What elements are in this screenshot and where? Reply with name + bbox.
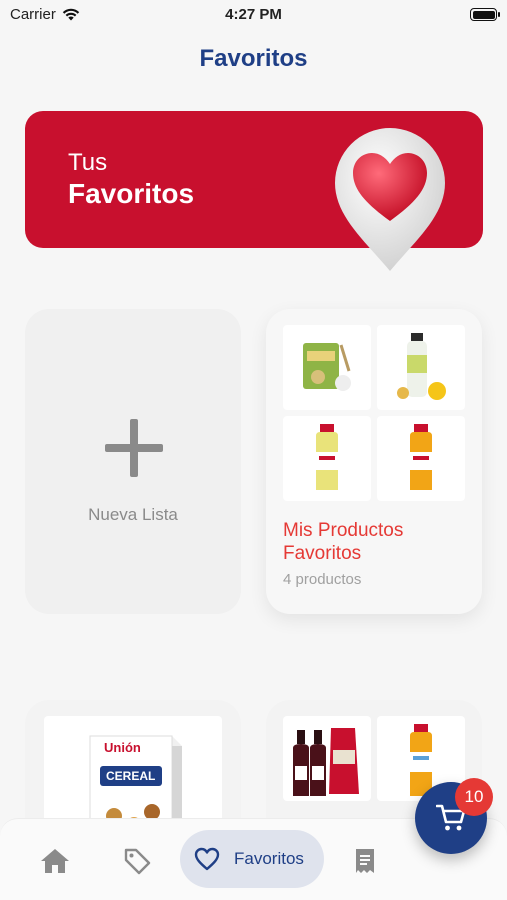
product-thumbnails [283,325,466,502]
battery-icon [470,8,500,21]
cart-count-badge: 10 [455,778,493,816]
home-icon [41,849,69,873]
tab-orders[interactable] [345,841,385,881]
tab-home[interactable] [35,841,75,881]
snack-bag-thumbnail [283,325,371,410]
banner-line2: Favoritos [68,178,195,209]
wine-bottles-thumbnail [283,716,371,801]
cereal-brand: Unión [104,740,141,755]
heart-icon [194,847,220,871]
favorites-list-count: 4 productos [283,571,362,588]
page-title: Favoritos [199,45,308,72]
lemon-juice-thumbnail [283,416,371,501]
favorites-banner: Tus Favoritos [25,111,483,271]
favorites-list-title: Mis Productos Favoritos [283,520,404,564]
heart-pin-icon [335,128,445,271]
favorites-list-card[interactable]: Mis Productos Favoritos 4 productos [266,309,482,614]
banner-line1: Tus [68,149,108,176]
coconut-drink-thumbnail [377,325,465,410]
cereal-text: CEREAL [106,769,156,783]
receipt-icon [356,849,374,873]
orange-juice-thumbnail [377,416,465,501]
new-list-card[interactable]: Nueva Lista [25,309,241,614]
tag-icon [124,848,151,875]
plus-icon [105,419,163,477]
clock: 4:27 PM [225,6,282,23]
status-bar: Carrier 4:27 PM [0,0,507,30]
tab-favorites-label: Favoritos [234,849,304,868]
tab-favorites[interactable]: Favoritos [180,830,324,888]
tab-offers[interactable] [117,841,157,881]
new-list-label: Nueva Lista [88,505,178,524]
